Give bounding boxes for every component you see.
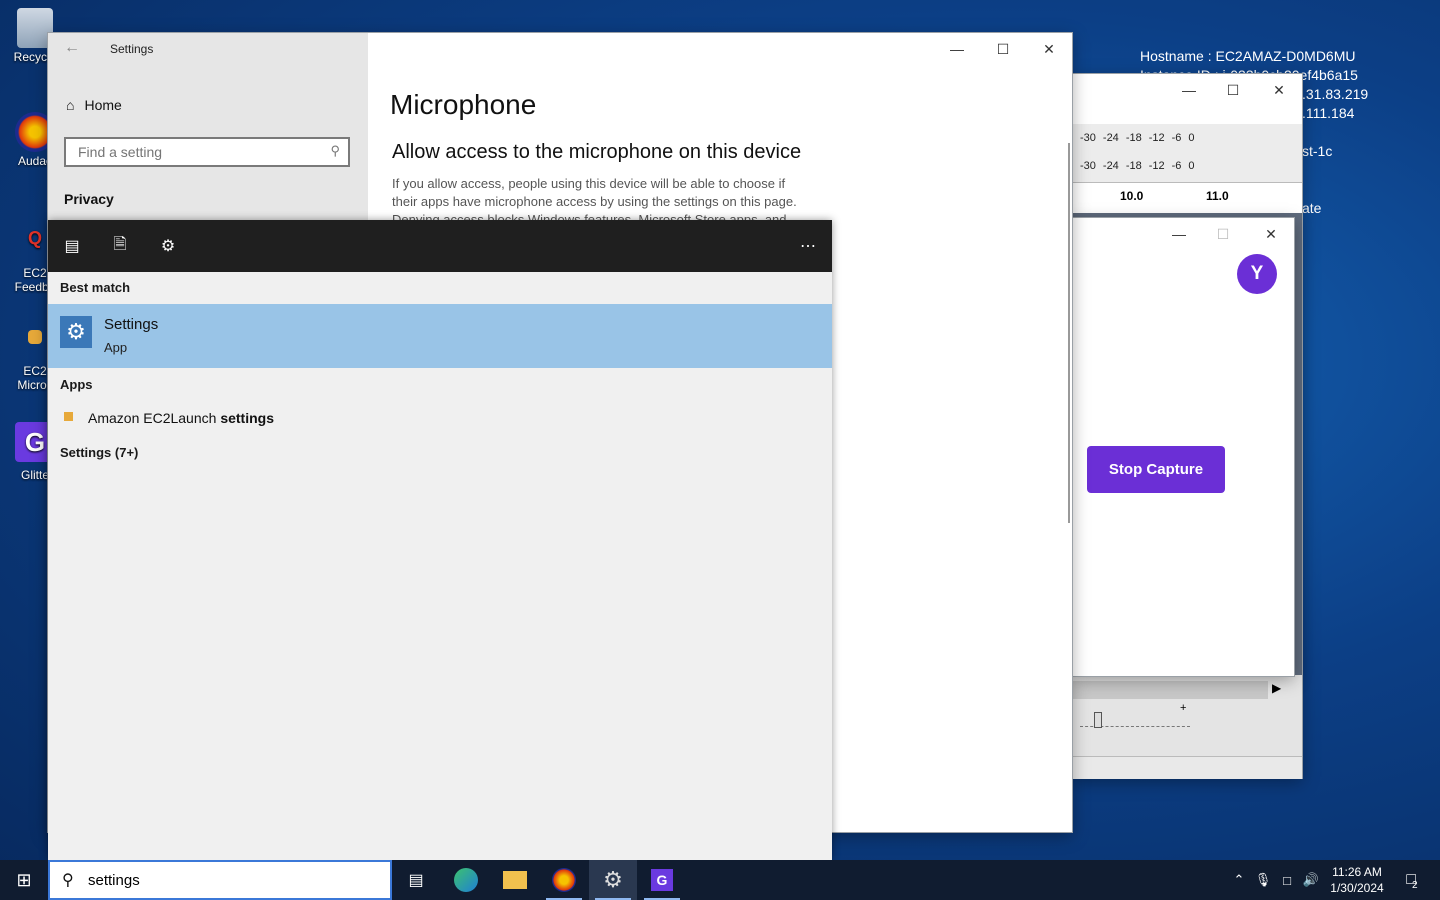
speed-slider[interactable]: +: [1080, 702, 1190, 728]
meter-tick: -24: [1102, 160, 1119, 172]
settings-filter-icon[interactable]: ⚙: [144, 220, 192, 272]
taskbar: ⊞ ⚲ settings ▤ ⚙ G ⌃ 🎙 □ 🔊 11:26 AM 1/30…: [0, 860, 1440, 900]
taskbar-search-input[interactable]: settings: [88, 872, 140, 889]
meter-tick: -24: [1102, 132, 1119, 144]
close-button[interactable]: ✕: [1256, 74, 1302, 106]
bginfo-availability-zone: st-1c: [1302, 143, 1333, 159]
status-bar: [1072, 756, 1302, 779]
bginfo-public-ip: .111.184: [1302, 105, 1355, 121]
bginfo-date: ate: [1302, 200, 1322, 216]
apps-header: Apps: [60, 377, 93, 392]
search-filter-bar: ▤ 🗎 ⚙ ⋯: [48, 220, 832, 272]
meter-tick: -6: [1171, 132, 1182, 144]
minimize-button[interactable]: —: [1156, 218, 1202, 250]
horizontal-scrollbar[interactable]: [1072, 681, 1268, 699]
search-icon[interactable]: ⚲: [330, 143, 340, 159]
show-hidden-icons[interactable]: ⌃: [1228, 860, 1250, 900]
stop-capture-button[interactable]: Stop Capture: [1087, 446, 1225, 493]
app-result-prefix: Amazon EC2Launch: [88, 410, 221, 426]
meter-toolbar: -30 -24 -18 -12 -6 0 -30 -24 -18 -12 -6 …: [1072, 124, 1302, 183]
slider-thumb[interactable]: [1094, 712, 1102, 728]
edge-icon[interactable]: [442, 860, 490, 900]
slider-plus: +: [1180, 702, 1187, 714]
meter-tick: -30: [1080, 160, 1096, 172]
vertical-scrollbar[interactable]: [1068, 143, 1070, 523]
close-button[interactable]: ✕: [1248, 218, 1294, 250]
best-match-header: Best match: [60, 280, 131, 295]
search-results-panel: ▤ 🗎 ⚙ ⋯ Best match ⚙ Settings App Apps A…: [48, 220, 832, 860]
bginfo-hostname: Hostname : EC2AMAZ-D0MD6MU: [1140, 48, 1356, 64]
find-setting-input[interactable]: [76, 139, 320, 165]
section-heading: Allow access to the microphone on this d…: [392, 141, 802, 163]
clock[interactable]: 11:26 AM 1/30/2024: [1326, 860, 1388, 900]
bginfo-private-ip: .31.83.219: [1302, 86, 1369, 102]
clock-time: 11:26 AM: [1332, 865, 1382, 879]
ellipsis-icon[interactable]: ⋯: [784, 220, 832, 272]
meter-tick: 0: [1188, 132, 1195, 144]
ruler-label: 11.0: [1206, 189, 1229, 203]
ruler-label: 10.0: [1120, 189, 1144, 203]
nav-section-privacy: Privacy: [64, 191, 114, 207]
record-meter[interactable]: -30 -24 -18 -12 -6 0: [1080, 128, 1195, 148]
page-title: Microphone: [390, 89, 537, 120]
glitter-taskbar-icon[interactable]: G: [638, 860, 686, 900]
window-title: Settings: [110, 42, 154, 56]
package-icon: [28, 330, 42, 344]
back-arrow-icon[interactable]: ←: [64, 39, 80, 57]
best-match-subtitle: App: [104, 340, 128, 355]
best-match-title: Settings: [104, 316, 159, 333]
app-result-label: Amazon EC2Launch settings: [88, 410, 274, 426]
meter-tick: 0: [1188, 160, 1195, 172]
taskbar-search-box[interactable]: ⚲ settings: [48, 860, 392, 900]
start-button[interactable]: ⊞: [0, 860, 48, 900]
meter-tick: -18: [1125, 160, 1142, 172]
maximize-button[interactable]: ☐: [1200, 218, 1246, 250]
documents-filter-icon[interactable]: 🗎: [96, 220, 144, 272]
minimize-button[interactable]: —: [1166, 74, 1212, 106]
apps-filter-icon[interactable]: ▤: [48, 220, 96, 272]
scroll-right-icon[interactable]: ▶: [1272, 681, 1281, 695]
app-result-match: settings: [220, 410, 274, 426]
task-view-icon[interactable]: ▤: [392, 860, 440, 900]
audacity-taskbar-icon[interactable]: [540, 860, 588, 900]
clock-date: 1/30/2024: [1330, 881, 1384, 895]
meter-tick: -6: [1171, 160, 1182, 172]
settings-more-header[interactable]: Settings (7+): [60, 445, 138, 460]
settings-gear-icon: ⚙: [60, 316, 92, 348]
maximize-button[interactable]: ☐: [980, 33, 1026, 65]
maximize-button[interactable]: ☐: [1210, 74, 1256, 106]
notification-count: 2: [1412, 879, 1418, 891]
home-icon: ⌂: [66, 97, 75, 113]
settings-taskbar-icon[interactable]: ⚙: [589, 860, 637, 900]
description-line: their apps have microphone access by usi…: [392, 194, 797, 209]
meter-tick: -12: [1148, 160, 1165, 172]
find-setting-box[interactable]: ⚲: [64, 137, 350, 167]
meter-tick: -18: [1125, 132, 1142, 144]
volume-icon[interactable]: 🔊: [1300, 860, 1322, 900]
nav-home-label: Home: [84, 97, 122, 113]
meter-tick: -30: [1080, 132, 1096, 144]
minimize-button[interactable]: —: [934, 33, 980, 65]
notifications-icon[interactable]: □ 2: [1394, 860, 1430, 900]
microphone-icon[interactable]: 🎙: [1252, 860, 1274, 900]
feedback-icon: Q: [27, 228, 42, 248]
app-result-ec2launch[interactable]: Amazon EC2Launch settings: [48, 404, 832, 434]
avatar[interactable]: Y: [1237, 254, 1277, 294]
nav-home[interactable]: ⌂ Home: [66, 97, 122, 113]
search-icon: ⚲: [62, 872, 74, 889]
best-match-result[interactable]: ⚙ Settings App: [48, 304, 832, 368]
capture-app-window[interactable]: — ☐ ✕ Y Stop Capture: [1072, 218, 1294, 676]
network-icon[interactable]: □: [1276, 860, 1298, 900]
package-icon: [64, 412, 73, 421]
meter-tick: -12: [1148, 132, 1165, 144]
file-explorer-icon[interactable]: [491, 860, 539, 900]
close-button[interactable]: ✕: [1026, 33, 1072, 65]
playback-meter[interactable]: -30 -24 -18 -12 -6 0: [1080, 156, 1195, 176]
timeline-ruler[interactable]: 10.0 11.0: [1072, 183, 1302, 213]
description-line: If you allow access, people using this d…: [392, 176, 786, 191]
